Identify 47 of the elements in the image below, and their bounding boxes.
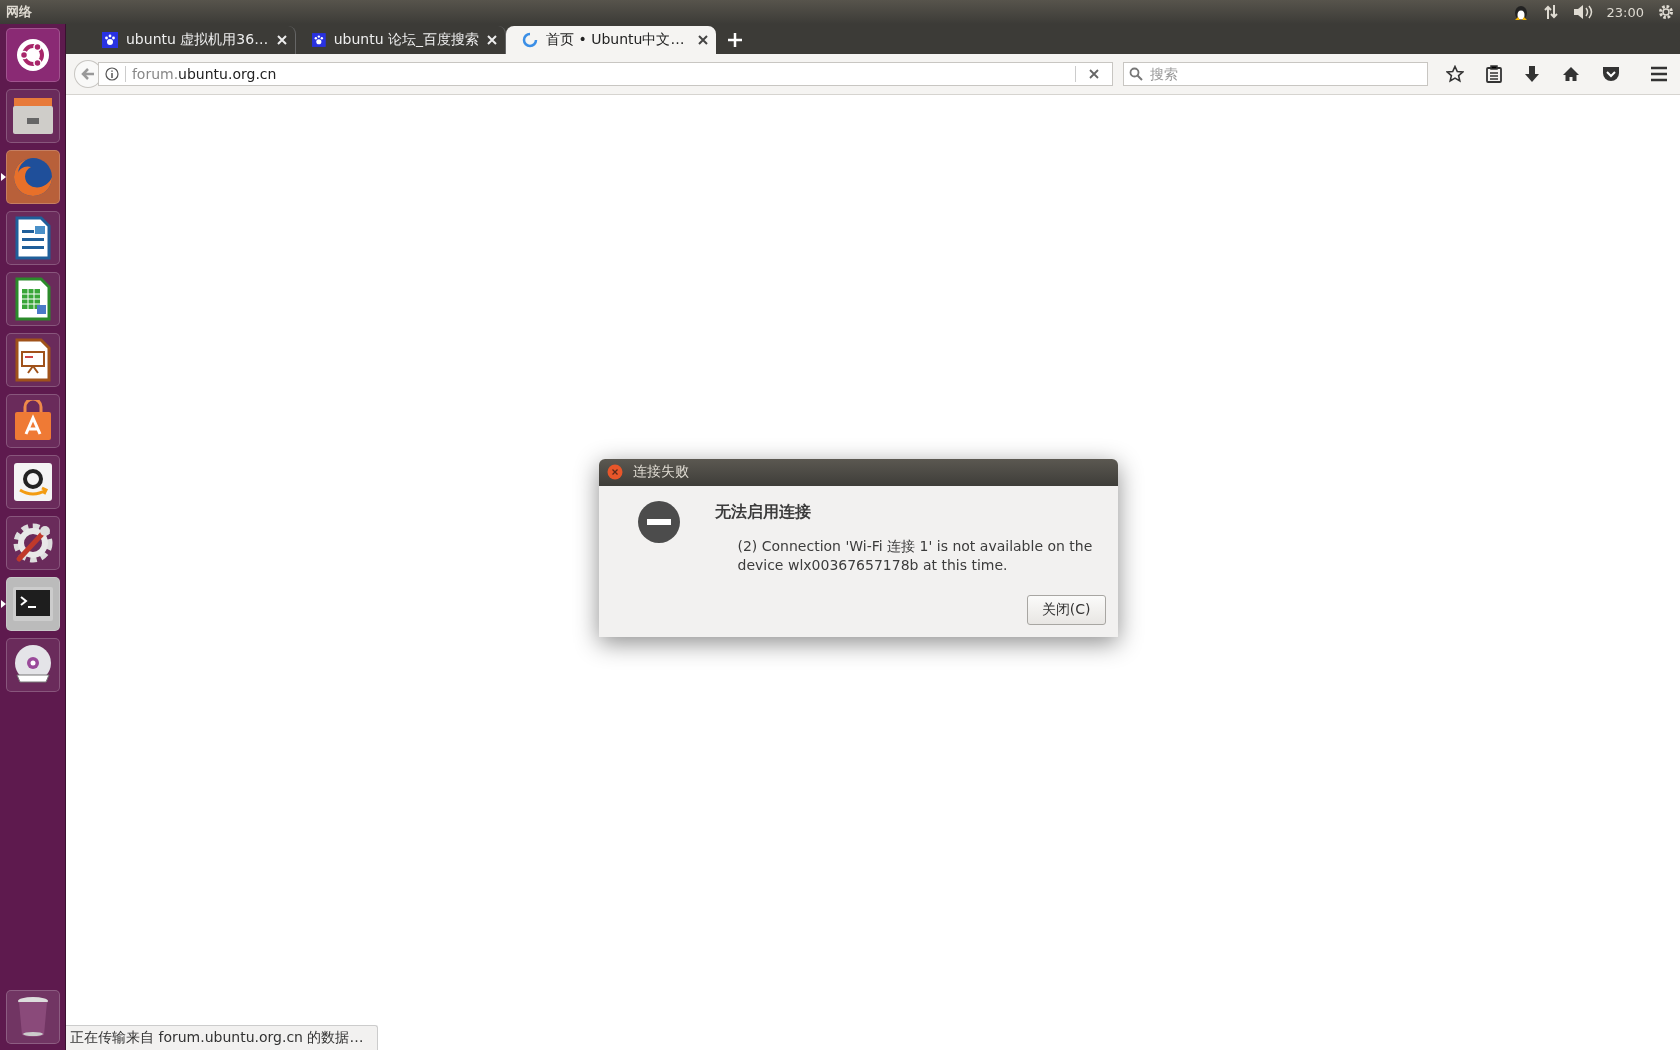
dialog-title: 连接失败 (632, 463, 689, 481)
status-text: 正在传输来自 forum.ubuntu.org.cn 的数据… (66, 1025, 379, 1050)
star-icon (1446, 65, 1464, 83)
trash-can-icon (15, 996, 50, 1038)
presentation-icon (14, 338, 51, 382)
back-arrow-icon (80, 67, 95, 81)
network-arrows-icon[interactable] (1542, 4, 1559, 20)
dialog-message: (2) Connection 'Wi-Fi 连接 1' is not available on the device wlx00367657178b at this time. (737, 536, 1094, 575)
power-gear-icon[interactable] (1658, 4, 1674, 20)
search-field[interactable]: 搜索 (1123, 62, 1428, 86)
close-icon[interactable] (698, 35, 708, 45)
launcher-item[interactable] (5, 211, 60, 265)
clear-icon[interactable] (1088, 68, 1101, 80)
down-arrow-icon (1524, 65, 1540, 83)
no-entry-icon (636, 499, 681, 544)
paw-icon (102, 32, 118, 48)
launcher-item[interactable] (5, 272, 60, 326)
shopping-bag-icon (12, 400, 53, 442)
close-button[interactable]: 关闭(C) (1026, 594, 1106, 625)
clipboard-icon (1486, 65, 1502, 83)
menu-icon (1650, 66, 1668, 82)
app-title: 网络 (6, 3, 32, 21)
launcher-item[interactable] (5, 638, 60, 692)
info-icon (104, 67, 119, 81)
home-icon (1562, 66, 1580, 82)
launcher-item[interactable] (5, 333, 60, 387)
url-text: forum.ubuntu.org.cn (131, 66, 278, 82)
launcher-item[interactable] (5, 28, 60, 82)
penguin-icon[interactable] (1512, 3, 1529, 21)
browser-tab[interactable]: 首页 • Ubuntu中文… (506, 26, 716, 54)
pocket-icon (1602, 66, 1620, 82)
file-cabinet-icon (11, 96, 54, 136)
volume-icon[interactable] (1572, 4, 1593, 20)
launcher-item[interactable] (5, 516, 60, 570)
search-icon (1129, 67, 1144, 81)
document-icon (14, 216, 51, 260)
loading-spinner-icon (522, 32, 538, 48)
paw-icon (312, 32, 326, 48)
plus-icon[interactable] (728, 33, 742, 47)
launcher-item[interactable] (5, 89, 60, 143)
dialog-heading: 无法启用连接 (714, 501, 812, 523)
launcher-item[interactable] (5, 455, 60, 509)
trash-item[interactable] (5, 990, 60, 1044)
clock[interactable]: 23:00 (1606, 4, 1644, 20)
address-field[interactable]: forum.ubuntu.org.cn (97, 62, 1114, 86)
spreadsheet-icon (14, 277, 51, 321)
launcher-item[interactable] (5, 394, 60, 448)
